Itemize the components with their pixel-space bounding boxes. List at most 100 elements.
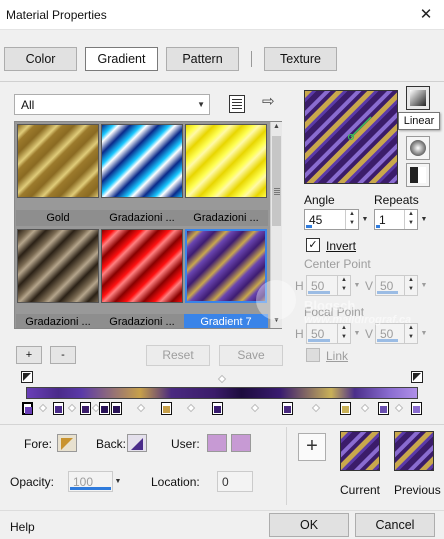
stop-color-icon: [342, 406, 349, 413]
stop-color-icon: [55, 406, 62, 413]
previous-swatch[interactable]: [394, 431, 434, 471]
focal-v-level: [377, 339, 398, 342]
gradient-thumb-label: Gradazioni ...: [100, 210, 184, 226]
color-midpoint-diamond[interactable]: [186, 403, 196, 413]
spin-arrows-icon[interactable]: ▲ ▼: [404, 324, 417, 343]
tab-pattern[interactable]: Pattern: [166, 47, 239, 71]
tab-color[interactable]: Color: [4, 47, 77, 71]
gradient-thumb-gold[interactable]: [17, 124, 99, 198]
gradient-preview[interactable]: [304, 90, 398, 184]
sunburst-style-button[interactable]: [406, 136, 430, 160]
color-midpoint-diamond[interactable]: [250, 403, 260, 413]
color-midpoint-diamond[interactable]: [38, 403, 48, 413]
color-stop-marker[interactable]: [282, 402, 293, 415]
chevron-down-icon[interactable]: ▼: [352, 276, 362, 295]
color-midpoint-diamond[interactable]: [311, 403, 321, 413]
color-stop-marker[interactable]: [340, 402, 351, 415]
fore-swatch[interactable]: [57, 434, 77, 452]
link-checkbox[interactable]: [306, 348, 320, 362]
spin-arrows-icon[interactable]: ▲ ▼: [345, 210, 358, 229]
repeats-input[interactable]: 1 ▲ ▼: [374, 209, 418, 230]
color-stop-marker[interactable]: [22, 402, 33, 415]
tab-gradient[interactable]: Gradient: [85, 47, 158, 71]
spin-arrows-icon[interactable]: ▲ ▼: [404, 210, 417, 229]
center-v-input[interactable]: 50 ▲ ▼: [375, 275, 418, 296]
center-v-label: V: [365, 279, 374, 293]
ok-button[interactable]: OK: [269, 513, 349, 537]
gradient-thumb-gradient-7[interactable]: [185, 229, 267, 303]
opacity-midpoint-diamond[interactable]: [217, 374, 227, 384]
rectangular-style-button[interactable]: [406, 163, 430, 187]
chevron-down-icon[interactable]: ▼: [419, 324, 429, 343]
stop-color-icon: [413, 406, 420, 413]
chevron-down-icon[interactable]: ▼: [360, 210, 370, 229]
gallery-scrollbar[interactable]: ▲ ▼: [270, 122, 282, 328]
spin-arrows-icon[interactable]: ▲ ▼: [404, 276, 417, 295]
add-to-gallery-icon[interactable]: +: [298, 433, 326, 461]
gradient-thumb-red[interactable]: [101, 229, 183, 303]
tab-separator: [251, 51, 252, 67]
stop-color-icon: [214, 406, 221, 413]
category-select[interactable]: All ▼: [14, 94, 210, 115]
reset-button[interactable]: Reset: [146, 345, 210, 366]
chevron-down-icon[interactable]: ▼: [419, 276, 429, 295]
location-input[interactable]: 0: [217, 471, 253, 492]
spin-arrows-icon[interactable]: ▲ ▼: [337, 276, 350, 295]
gallery-options-icon[interactable]: [229, 95, 245, 113]
help-link[interactable]: Help: [10, 520, 35, 534]
color-stop-marker[interactable]: [53, 402, 64, 415]
focal-h-level: [308, 339, 330, 342]
user-swatch-1[interactable]: [207, 434, 227, 452]
gradient-thumb-blue[interactable]: [101, 124, 183, 198]
save-button[interactable]: Save: [219, 345, 283, 366]
color-stop-marker[interactable]: [378, 402, 389, 415]
current-gradient-graphic: [341, 432, 379, 470]
invert-checkbox[interactable]: ✓: [306, 238, 320, 252]
color-stop-marker[interactable]: [161, 402, 172, 415]
opacity-stop-start-icon[interactable]: [21, 371, 33, 383]
sunburst-icon: [410, 140, 426, 156]
color-midpoint-diamond[interactable]: [360, 403, 370, 413]
current-label: Current: [340, 483, 381, 497]
scroll-thumb[interactable]: [272, 136, 281, 226]
scroll-down-icon[interactable]: ▼: [271, 317, 282, 324]
color-midpoint-diamond[interactable]: [394, 403, 404, 413]
chevron-down-icon[interactable]: ▼: [113, 472, 123, 491]
close-icon[interactable]: ✕: [414, 3, 438, 27]
color-stop-marker[interactable]: [99, 402, 110, 415]
gradient-thumb-yellow[interactable]: [185, 124, 267, 198]
chevron-down-icon[interactable]: ▼: [419, 210, 429, 229]
scroll-up-icon[interactable]: ▲: [271, 123, 282, 130]
opacity-stop-end-icon[interactable]: [411, 371, 423, 383]
color-stop-marker[interactable]: [411, 402, 422, 415]
arrow-right-icon[interactable]: ⇨: [262, 92, 275, 110]
gradient-bar[interactable]: [26, 387, 418, 399]
location-value: 0: [222, 475, 229, 489]
center-h-input[interactable]: 50 ▲ ▼: [306, 275, 351, 296]
color-midpoint-diamond[interactable]: [136, 403, 146, 413]
focal-v-input[interactable]: 50 ▲ ▼: [375, 323, 418, 344]
angle-input[interactable]: 45 ▲ ▼: [304, 209, 359, 230]
repeats-value: 1: [379, 213, 386, 227]
gradient-thumb-label: Gradazioni ...: [100, 314, 184, 328]
back-swatch[interactable]: [127, 434, 147, 452]
focal-h-input[interactable]: 50 ▲ ▼: [306, 323, 351, 344]
gradient-thumb-label: Gradazioni ...: [184, 210, 268, 226]
color-midpoint-diamond[interactable]: [67, 403, 77, 413]
color-stop-marker[interactable]: [111, 402, 122, 415]
add-stop-button[interactable]: +: [16, 346, 42, 364]
gradient-thumb-brown[interactable]: [17, 229, 99, 303]
spin-arrows-icon[interactable]: ▲ ▼: [337, 324, 350, 343]
color-stop-marker[interactable]: [212, 402, 223, 415]
chevron-down-icon[interactable]: ▼: [352, 324, 362, 343]
angle-level: [306, 225, 312, 228]
tooltip: Linear: [398, 112, 440, 130]
remove-stop-button[interactable]: -: [50, 346, 76, 364]
current-swatch[interactable]: [340, 431, 380, 471]
color-stop-marker[interactable]: [80, 402, 91, 415]
user-swatch-2[interactable]: [231, 434, 251, 452]
opacity-input[interactable]: 100: [68, 471, 113, 492]
tab-texture[interactable]: Texture: [264, 47, 337, 71]
cancel-button[interactable]: Cancel: [355, 513, 435, 537]
linear-style-button[interactable]: [406, 86, 430, 110]
